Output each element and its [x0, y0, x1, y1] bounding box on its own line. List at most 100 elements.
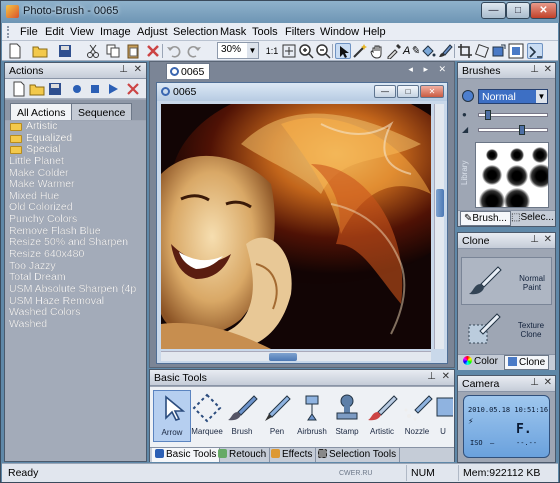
list-item[interactable]: Total Dream [5, 272, 146, 284]
list-item[interactable]: Washed Colors [5, 307, 146, 319]
brush-preset[interactable] [482, 165, 502, 185]
image-canvas[interactable] [161, 104, 431, 349]
brush-tool-icon[interactable] [437, 43, 453, 59]
toolbar-grip[interactable] [7, 26, 10, 38]
paste-icon[interactable] [125, 43, 141, 59]
save-action-icon[interactable] [47, 81, 63, 97]
vertical-scrollbar[interactable] [434, 104, 444, 349]
action-folder[interactable]: Equalized [5, 133, 146, 145]
close-icon[interactable]: ✕ [442, 371, 450, 382]
menu-file[interactable]: File [20, 26, 38, 38]
text-tool-icon[interactable]: A✎ [403, 43, 420, 59]
doc-minimize-button[interactable]: — [374, 85, 396, 98]
script-icon[interactable] [527, 43, 543, 59]
tab-effects[interactable]: Effects [268, 448, 317, 462]
brush-preset[interactable] [532, 147, 548, 163]
action-folder[interactable]: Artistic [5, 121, 146, 133]
fill-bucket-icon[interactable] [420, 43, 436, 59]
list-item[interactable]: Mixed Hue [5, 191, 146, 203]
brush-opacity-slider[interactable] [478, 125, 548, 135]
menu-selection[interactable]: Selection [173, 26, 218, 38]
texture-clone-option[interactable]: Texture Clone [461, 305, 552, 353]
list-item[interactable]: Little Planet [5, 156, 146, 168]
tool-stamp[interactable]: Stamp [328, 390, 366, 442]
maximize-button[interactable]: □ [506, 2, 530, 19]
slider-knob[interactable] [519, 125, 525, 135]
canvas-size-icon[interactable] [508, 43, 524, 59]
tool-airbrush[interactable]: Airbrush [293, 390, 331, 442]
close-icon[interactable]: ✕ [544, 64, 552, 75]
doc-maximize-button[interactable]: □ [397, 85, 419, 98]
scroll-thumb[interactable] [269, 353, 297, 361]
pin-icon[interactable]: ⊥ [119, 64, 128, 75]
undo-icon[interactable] [166, 43, 182, 59]
zoom-in-icon[interactable] [298, 43, 314, 59]
wand-icon[interactable] [352, 43, 368, 59]
tool-arrow[interactable]: Arrow [153, 390, 191, 442]
record-icon[interactable] [69, 81, 85, 97]
pin-icon[interactable]: ⊥ [530, 234, 539, 245]
tab-clone[interactable]: Clone [504, 355, 550, 370]
tool-brush[interactable]: Brush [223, 390, 261, 442]
menu-mask[interactable]: Mask [220, 26, 246, 38]
list-item[interactable]: Remove Flash Blue [5, 226, 146, 238]
list-item[interactable]: Old Colorized [5, 202, 146, 214]
zoom-out-icon[interactable] [315, 43, 331, 59]
menu-help[interactable]: Help [363, 26, 386, 38]
list-item[interactable]: Washed [5, 319, 146, 331]
list-item[interactable]: Make Warmer [5, 179, 146, 191]
pin-icon[interactable]: ⊥ [530, 64, 539, 75]
brush-preset[interactable] [504, 188, 530, 207]
list-item[interactable]: Make Colder [5, 168, 146, 180]
new-file-icon[interactable] [7, 43, 23, 59]
normal-paint-option[interactable]: Normal Paint [461, 257, 552, 305]
brush-preset[interactable] [479, 188, 505, 207]
tool-pen[interactable]: Pen [258, 390, 296, 442]
title-bar[interactable]: Photo-Brush - 0065 — □ ✕ [1, 1, 559, 23]
tab-color[interactable]: Color [460, 355, 501, 370]
document-tab[interactable]: 0065 [166, 63, 210, 79]
pin-icon[interactable]: ⊥ [427, 371, 436, 382]
rotate-icon[interactable] [474, 43, 490, 59]
menu-tools[interactable]: Tools [252, 26, 278, 38]
tab-basic-tools[interactable]: Basic Tools [152, 448, 221, 462]
menu-view[interactable]: View [70, 26, 94, 38]
pin-icon[interactable]: ⊥ [530, 377, 539, 388]
tool-artistic[interactable]: Artistic [363, 390, 401, 442]
list-item[interactable]: Resize 640x480 [5, 249, 146, 261]
menu-filters[interactable]: Filters [285, 26, 315, 38]
tool-more[interactable]: U [433, 390, 453, 442]
doc-close-button[interactable]: ✕ [420, 85, 444, 98]
brush-size-slider[interactable] [478, 110, 548, 120]
tab-brush[interactable]: ✎Brush... [460, 211, 511, 226]
action-folder[interactable]: Special [5, 144, 146, 156]
menu-image[interactable]: Image [100, 26, 131, 38]
list-item[interactable]: USM Haze Removal [5, 296, 146, 308]
tool-marquee[interactable]: Marquee [188, 390, 226, 442]
resize-icon[interactable] [491, 43, 507, 59]
zoom-actual-size-button[interactable]: 1:1 [264, 43, 280, 59]
close-button[interactable]: ✕ [530, 2, 557, 19]
stop-icon[interactable] [87, 81, 103, 97]
minimize-button[interactable]: — [481, 2, 506, 19]
scroll-thumb[interactable] [436, 189, 444, 217]
brush-preset[interactable] [486, 149, 498, 161]
menu-adjust[interactable]: Adjust [137, 26, 168, 38]
close-icon[interactable]: ✕ [544, 377, 552, 388]
brush-preset[interactable] [529, 164, 548, 188]
brush-preset-grid[interactable] [475, 142, 549, 208]
list-item[interactable]: Punchy Colors [5, 214, 146, 226]
hand-icon[interactable] [369, 43, 385, 59]
tab-retouch[interactable]: Retouch [215, 448, 271, 462]
list-item[interactable]: Too Jazzy [5, 261, 146, 273]
cut-icon[interactable] [85, 43, 101, 59]
open-folder-icon[interactable] [32, 43, 48, 59]
tool-nozzle[interactable]: Nozzle [398, 390, 436, 442]
delete-action-icon[interactable] [125, 81, 141, 97]
copy-icon[interactable] [105, 43, 121, 59]
menu-window[interactable]: Window [320, 26, 359, 38]
brush-preset[interactable] [506, 165, 528, 187]
play-icon[interactable] [105, 81, 121, 97]
open-action-icon[interactable] [29, 81, 45, 97]
slider-knob[interactable] [485, 110, 491, 120]
